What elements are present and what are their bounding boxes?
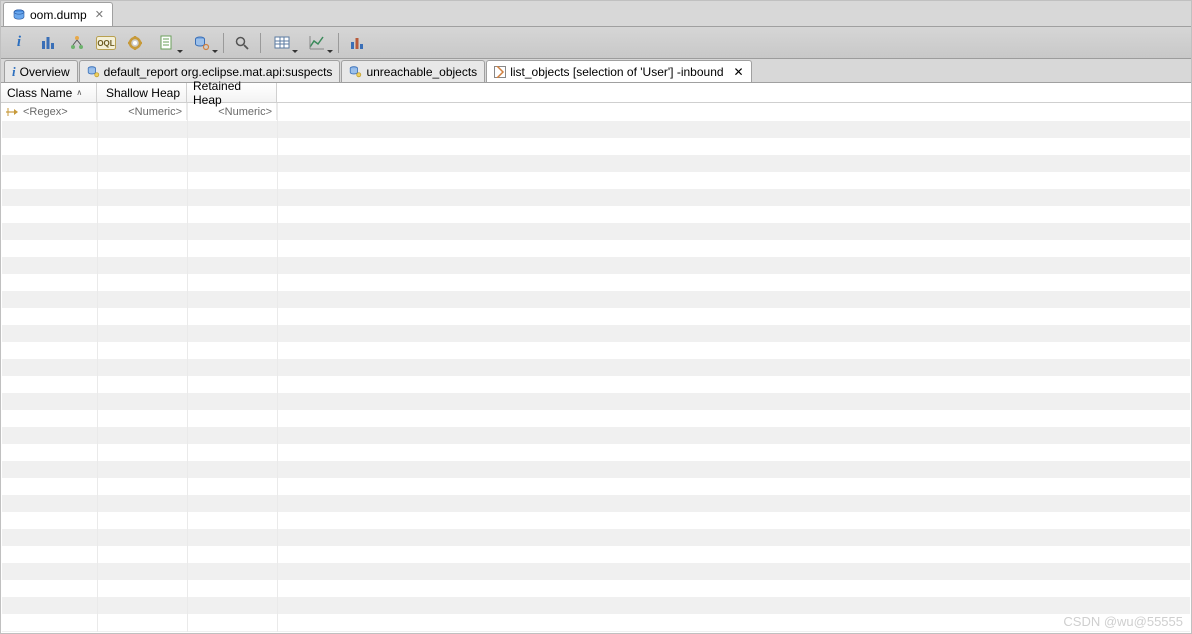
- compare-button[interactable]: [343, 31, 371, 55]
- filter-placeholder: <Regex>: [23, 106, 68, 118]
- calc-retained-button[interactable]: [265, 31, 299, 55]
- table-column-headers: Class Name ∧ Shallow Heap Retained Heap: [1, 83, 1191, 103]
- run-report-button[interactable]: [150, 31, 184, 55]
- histogram-icon: [40, 35, 56, 51]
- chart-button[interactable]: [300, 31, 334, 55]
- list-icon: [494, 66, 506, 78]
- editor-tabs: oom.dump ✕: [1, 1, 1191, 27]
- column-label: Class Name: [7, 86, 72, 100]
- thread-overview-button[interactable]: [121, 31, 149, 55]
- toolbar-separator: [223, 33, 224, 53]
- query-browser-button[interactable]: [185, 31, 219, 55]
- column-label: Shallow Heap: [106, 86, 180, 100]
- tab-label: list_objects [selection of 'User'] -inbo…: [510, 65, 723, 79]
- column-divider: [277, 103, 278, 632]
- close-icon[interactable]: ✕: [95, 8, 104, 21]
- column-header-class-name[interactable]: Class Name ∧: [1, 83, 97, 102]
- chevron-down-icon: [177, 50, 183, 53]
- report-icon: [87, 65, 100, 78]
- view-tabs: i Overview default_report org.eclipse.ma…: [1, 59, 1191, 83]
- filter-class-name[interactable]: <Regex>: [1, 103, 97, 120]
- info-icon: i: [17, 34, 21, 51]
- watermark: CSDN @wu@55555: [1063, 614, 1183, 629]
- chevron-down-icon: [292, 50, 298, 53]
- dominator-tree-button[interactable]: [63, 31, 91, 55]
- table-icon: [274, 35, 290, 51]
- compare-icon: [349, 35, 365, 51]
- gear-icon: [127, 35, 143, 51]
- tab-label: unreachable_objects: [366, 65, 477, 79]
- filter-shallow-heap[interactable]: <Numeric>: [97, 103, 187, 120]
- filter-retained-heap[interactable]: <Numeric>: [187, 103, 277, 120]
- search-icon: [234, 35, 250, 51]
- histogram-button[interactable]: [34, 31, 62, 55]
- tab-overview[interactable]: i Overview: [4, 60, 78, 82]
- toolbar-separator: [338, 33, 339, 53]
- info-icon: i: [12, 64, 16, 80]
- filter-placeholder: <Numeric>: [128, 106, 182, 118]
- toolbar-separator: [260, 33, 261, 53]
- editor-tab-label: oom.dump: [30, 8, 87, 22]
- column-divider: [97, 103, 98, 632]
- tab-label: Overview: [20, 65, 70, 79]
- chevron-down-icon: [212, 50, 218, 53]
- column-header-shallow-heap[interactable]: Shallow Heap: [97, 83, 187, 102]
- svg-text:OQL: OQL: [97, 39, 114, 48]
- sort-asc-icon: ∧: [76, 88, 82, 97]
- column-divider: [187, 103, 188, 632]
- close-icon[interactable]: ✕: [734, 65, 744, 79]
- tab-list-objects[interactable]: list_objects [selection of 'User'] -inbo…: [486, 60, 751, 82]
- filter-placeholder: <Numeric>: [218, 106, 272, 118]
- table-body: [2, 121, 1190, 632]
- query-icon: [194, 35, 210, 51]
- heap-dump-icon: [12, 8, 26, 22]
- report-icon: [349, 65, 362, 78]
- oql-icon: OQL: [96, 36, 116, 50]
- search-button[interactable]: [228, 31, 256, 55]
- regex-filter-icon: [5, 106, 19, 118]
- dominator-tree-icon: [69, 35, 85, 51]
- tab-label: default_report org.eclipse.mat.api:suspe…: [104, 65, 333, 79]
- line-chart-icon: [309, 35, 325, 51]
- table-filter-row: <Regex> <Numeric> <Numeric>: [1, 103, 1191, 120]
- oql-button[interactable]: OQL: [92, 31, 120, 55]
- chevron-down-icon: [327, 50, 333, 53]
- report-doc-icon: [159, 35, 175, 51]
- toolbar: i OQL: [1, 27, 1191, 59]
- tab-unreachable-objects[interactable]: unreachable_objects: [341, 60, 485, 82]
- editor-tab-oom-dump[interactable]: oom.dump ✕: [3, 2, 113, 26]
- column-header-retained-heap[interactable]: Retained Heap: [187, 83, 277, 102]
- info-button[interactable]: i: [5, 31, 33, 55]
